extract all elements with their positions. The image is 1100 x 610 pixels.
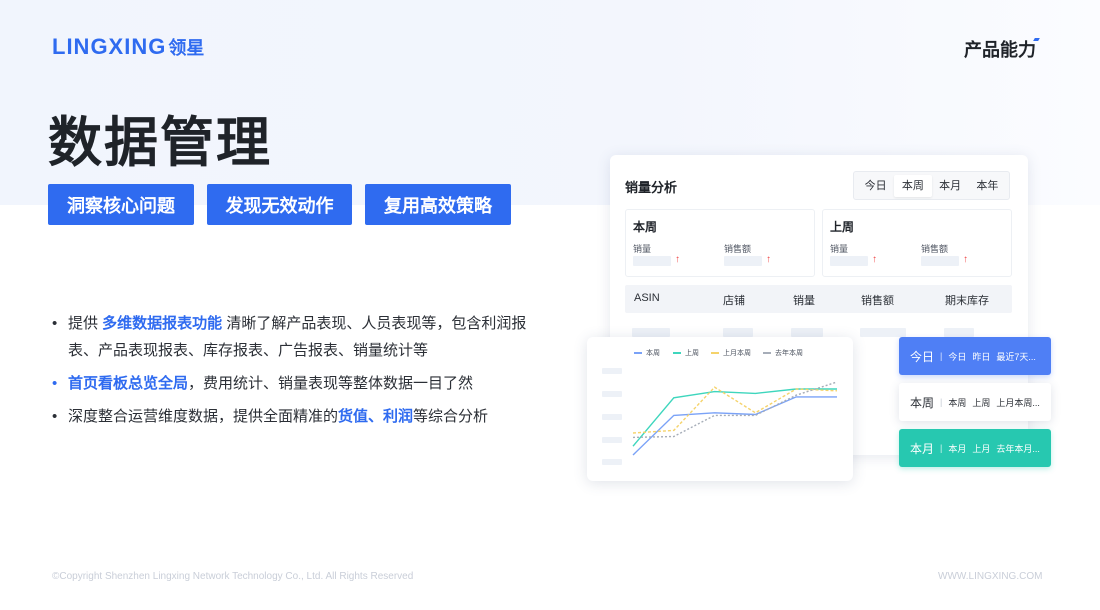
range-tab-today[interactable]: 今日 xyxy=(857,175,894,197)
feature-item: • 首页看板总览全局，费用统计、销量表现等整体数据一目了然 xyxy=(52,370,532,397)
metric-label-sales: 销量 xyxy=(830,244,849,254)
column-header-sales[interactable]: 销量 xyxy=(793,292,815,308)
feature-text: 提供 xyxy=(68,315,103,332)
picker-option[interactable]: 去年本月... xyxy=(996,442,1040,455)
up-arrow-icon: ↑ xyxy=(963,254,968,265)
feature-highlight: 多维数据报表功能 xyxy=(102,315,223,332)
footer-copyright: ©Copyright Shenzhen Lingxing Network Tec… xyxy=(52,571,414,582)
feature-highlight: 货值、利润 xyxy=(338,408,414,425)
picker-option[interactable]: 上月 xyxy=(972,442,990,455)
range-picker-today[interactable]: 今日 | 今日 昨日 最近7天... xyxy=(899,337,1051,375)
feature-item: • 深度整合运营维度数据，提供全面精准的货值、利润等综合分析 xyxy=(52,403,532,430)
metric-value-placeholder xyxy=(633,256,671,266)
trend-chart-card: 本周 上周 上月本周 去年本周 xyxy=(587,337,853,481)
column-header-store[interactable]: 店铺 xyxy=(723,292,745,308)
feature-item: • 提供 多维数据报表功能 清晰了解产品表现、人员表现等，包含利润报表、产品表现… xyxy=(52,310,532,364)
logo-text-en: LINGXING xyxy=(52,34,167,59)
feature-text: 深度整合运营维度数据，提供全面精准的 xyxy=(68,408,339,425)
up-arrow-icon: ↑ xyxy=(766,254,771,265)
period-name: 上周 xyxy=(830,220,855,234)
tag-discover: 发现无效动作 xyxy=(207,184,352,225)
range-tab-month[interactable]: 本月 xyxy=(932,175,969,197)
picker-option[interactable]: 上周 xyxy=(972,396,990,409)
column-header-revenue[interactable]: 销售额 xyxy=(861,292,894,308)
picker-option[interactable]: 最近7天... xyxy=(996,350,1036,363)
range-switcher: 今日 本周 本月 本年 xyxy=(853,171,1010,200)
picker-separator: | xyxy=(940,443,943,453)
line-chart xyxy=(632,381,838,456)
feature-highlight: 首页看板总览全局 xyxy=(68,375,189,392)
picker-main-label: 本周 xyxy=(910,395,935,410)
picker-option[interactable]: 上月本周... xyxy=(996,396,1040,409)
picker-option[interactable]: 本周 xyxy=(948,396,966,409)
picker-main-label: 本月 xyxy=(910,441,935,456)
table-cell-placeholder xyxy=(791,328,823,337)
range-tab-year[interactable]: 本年 xyxy=(969,175,1006,197)
table-cell-placeholder xyxy=(860,328,906,337)
range-tab-week[interactable]: 本周 xyxy=(894,174,932,197)
feature-list: • 提供 多维数据报表功能 清晰了解产品表现、人员表现等，包含利润报表、产品表现… xyxy=(52,310,532,436)
metric-label-sales: 销量 xyxy=(633,244,652,254)
up-arrow-icon: ↑ xyxy=(675,254,680,265)
section-title: 产品能力 xyxy=(964,40,1036,60)
column-header-ending-inventory[interactable]: 期末库存 xyxy=(945,292,989,308)
up-arrow-icon: ↑ xyxy=(872,254,877,265)
metric-label-revenue: 销售额 xyxy=(724,244,752,254)
page-title: 数据管理 xyxy=(48,113,272,173)
range-picker-week[interactable]: 本周 | 本周 上周 上月本周... xyxy=(899,383,1051,421)
picker-separator: | xyxy=(940,397,943,407)
logo-text-cn: 领星 xyxy=(168,38,205,58)
column-header-asin[interactable]: ASIN xyxy=(634,292,660,304)
table-header: ASIN 店铺 销量 销售额 期末库存 xyxy=(625,285,1012,313)
feature-text: ，费用统计、销量表现等整体数据一目了然 xyxy=(188,375,474,392)
period-card-last-week: 上周 销量 销售额 ↑ ↑ xyxy=(822,209,1012,277)
tag-insight: 洞察核心问题 xyxy=(48,184,194,225)
picker-option[interactable]: 昨日 xyxy=(972,350,990,363)
metric-value-placeholder xyxy=(921,256,959,266)
metric-value-placeholder xyxy=(830,256,868,266)
footer-website[interactable]: WWW.LINGXING.COM xyxy=(938,571,1042,582)
series-line-0 xyxy=(632,396,837,456)
bullet-dot: • xyxy=(52,315,58,332)
brand-logo[interactable]: LINGXING 领星 xyxy=(52,34,204,60)
period-card-this-week: 本周 销量 销售额 ↑ ↑ xyxy=(625,209,815,277)
feature-text: 等综合分析 xyxy=(413,408,489,425)
picker-option[interactable]: 本月 xyxy=(948,442,966,455)
tag-reuse: 复用高效策略 xyxy=(365,184,511,225)
card-title: 销量分析 xyxy=(625,180,678,195)
picker-main-label: 今日 xyxy=(910,349,935,364)
period-name: 本周 xyxy=(633,220,658,234)
range-picker-month[interactable]: 本月 | 本月 上月 去年本月... xyxy=(899,429,1051,467)
table-cell-placeholder xyxy=(944,328,974,337)
metric-value-placeholder xyxy=(724,256,762,266)
bullet-dot: • xyxy=(52,375,58,392)
metric-label-revenue: 销售额 xyxy=(921,244,949,254)
table-cell-placeholder xyxy=(723,328,753,337)
picker-separator: | xyxy=(940,351,943,361)
table-cell-placeholder xyxy=(632,328,670,337)
bullet-dot: • xyxy=(52,408,58,425)
picker-option[interactable]: 今日 xyxy=(948,350,966,363)
